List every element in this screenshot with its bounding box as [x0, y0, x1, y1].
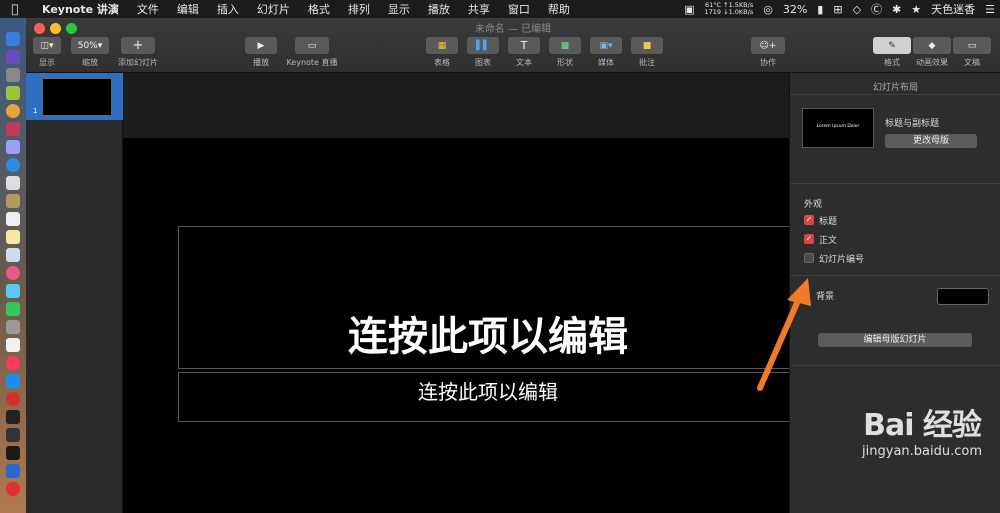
watermark-logo: Bai 经验 — [863, 408, 982, 443]
baidu-watermark: Bai 经验 jingyan.baidu.com — [862, 400, 982, 459]
annotation-arrow — [757, 278, 811, 391]
arrow-shaft — [757, 293, 803, 391]
watermark-url: jingyan.baidu.com — [862, 444, 982, 459]
screen: { "menubar": { "app_name": "Keynote 讲演",… — [0, 0, 1000, 513]
arrow-head — [787, 278, 811, 306]
